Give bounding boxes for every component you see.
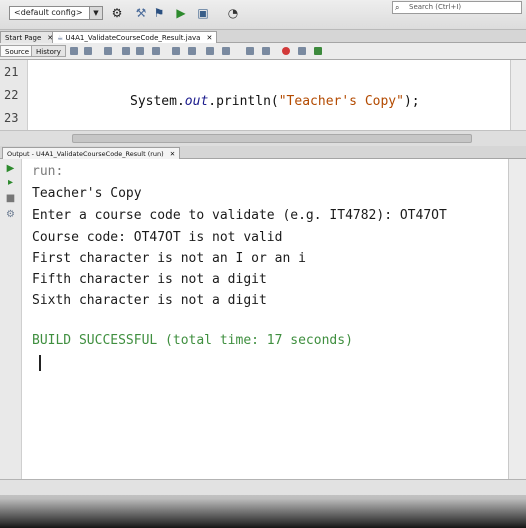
console-line: Course code: OT47OT is not valid <box>32 230 283 245</box>
text-cursor <box>39 355 41 371</box>
status-bar <box>0 479 526 495</box>
code-string: "Teacher's Copy" <box>278 94 404 109</box>
line-number-gutter: 21 22 23 <box>0 60 28 130</box>
editor-tab-bar: Start Page ✕ ☕ U4A1_ValidateCourseCode_Re… <box>0 30 526 43</box>
code-suffix: ); <box>403 94 420 109</box>
build-icon[interactable]: ⚑ <box>152 6 166 20</box>
debug-icon[interactable]: ▣ <box>196 6 210 20</box>
line-number: 21 <box>4 65 19 79</box>
tab-label: U4A1_ValidateCourseCode_Result.java <box>65 34 201 42</box>
source-button[interactable]: Source <box>0 45 35 57</box>
search-input[interactable]: ⌕ Search (Ctrl+I) <box>392 1 522 14</box>
run-icon[interactable]: ▶ <box>174 6 188 20</box>
profile-icon[interactable]: ◔ <box>226 6 240 20</box>
comment-icon[interactable] <box>246 47 254 55</box>
gear-icon[interactable]: ⚙ <box>110 6 124 20</box>
output-console[interactable]: run: Teacher's Copy Enter a course code … <box>22 159 508 479</box>
build-status-line: BUILD SUCCESSFUL (total time: 17 seconds… <box>32 333 353 348</box>
clean-build-icon[interactable]: ⚒ <box>134 6 148 20</box>
find-icon[interactable] <box>104 47 112 55</box>
rerun-icon[interactable]: ▶ <box>5 163 16 174</box>
toggle-highlight-icon[interactable] <box>152 47 160 55</box>
code-text: System. <box>130 94 185 109</box>
chevron-down-icon[interactable]: ▼ <box>89 7 102 19</box>
history-button-label: History <box>36 48 61 56</box>
record-macro-icon[interactable] <box>282 47 290 55</box>
back-icon[interactable] <box>70 47 78 55</box>
stop-icon[interactable]: ■ <box>5 193 16 204</box>
editor-horizontal-scrollbar[interactable] <box>0 130 526 146</box>
find-previous-icon[interactable] <box>122 47 130 55</box>
code-method: .println( <box>208 94 279 109</box>
editor-vertical-scrollbar[interactable] <box>510 60 526 130</box>
console-line: Fifth character is not a digit <box>32 272 267 287</box>
output-tab-bar: Output - U4A1_ValidateCourseCode_Result … <box>0 146 526 159</box>
main-toolbar: <default config> ▼ ⚙ ⚒ ⚑ ▶ ▣ ◔ ⌕ Search … <box>0 0 526 30</box>
java-file-icon: ☕ <box>57 34 64 42</box>
history-button[interactable]: History <box>31 45 66 57</box>
close-icon[interactable]: ✕ <box>206 34 212 42</box>
toggle-bookmark-icon[interactable] <box>172 47 180 55</box>
scrollbar-thumb[interactable] <box>72 134 472 143</box>
code-field: out <box>184 94 209 109</box>
source-toolbar: Source History <box>0 43 526 60</box>
code-line[interactable]: System.out.println("Teacher's Copy"); <box>130 94 420 109</box>
console-line: run: <box>32 164 64 179</box>
diff-icon[interactable] <box>314 47 322 55</box>
console-line: Sixth character is not a digit <box>32 293 267 308</box>
output-vertical-scrollbar[interactable] <box>508 159 526 479</box>
line-number: 22 <box>4 88 19 102</box>
tab-output[interactable]: Output - U4A1_ValidateCourseCode_Result … <box>2 147 181 159</box>
shift-left-icon[interactable] <box>206 47 214 55</box>
output-side-toolbar: ▶ ▸ ■ ⚙ <box>0 159 22 479</box>
search-icon: ⌕ <box>395 3 400 12</box>
tab-java-file[interactable]: ☕ U4A1_ValidateCourseCode_Result.java ✕ <box>52 31 218 43</box>
tab-start-page[interactable]: Start Page ✕ <box>0 31 59 43</box>
tab-label: Start Page <box>5 34 42 42</box>
next-bookmark-icon[interactable] <box>188 47 196 55</box>
close-icon[interactable]: ✕ <box>170 150 175 158</box>
shift-right-icon[interactable] <box>222 47 230 55</box>
source-button-label: Source <box>5 48 30 56</box>
find-next-icon[interactable] <box>136 47 144 55</box>
config-select[interactable]: <default config> ▼ <box>9 6 103 20</box>
stop-macro-icon[interactable] <box>298 47 306 55</box>
console-line: Teacher's Copy <box>32 186 142 201</box>
forward-icon[interactable] <box>84 47 92 55</box>
output-settings-icon[interactable]: ⚙ <box>5 209 16 220</box>
tab-label: Output - U4A1_ValidateCourseCode_Result … <box>7 150 164 158</box>
console-line: First character is not an I or an i <box>32 251 306 266</box>
rerun-with-options-icon[interactable]: ▸ <box>5 177 16 188</box>
console-line: Enter a course code to validate (e.g. IT… <box>32 208 447 223</box>
search-placeholder: Search (Ctrl+I) <box>409 3 462 11</box>
code-editor[interactable]: 21 22 23 System.out.println("Teacher's C… <box>0 60 510 130</box>
config-select-value: <default config> <box>14 8 83 17</box>
line-number: 23 <box>4 111 19 125</box>
uncomment-icon[interactable] <box>262 47 270 55</box>
